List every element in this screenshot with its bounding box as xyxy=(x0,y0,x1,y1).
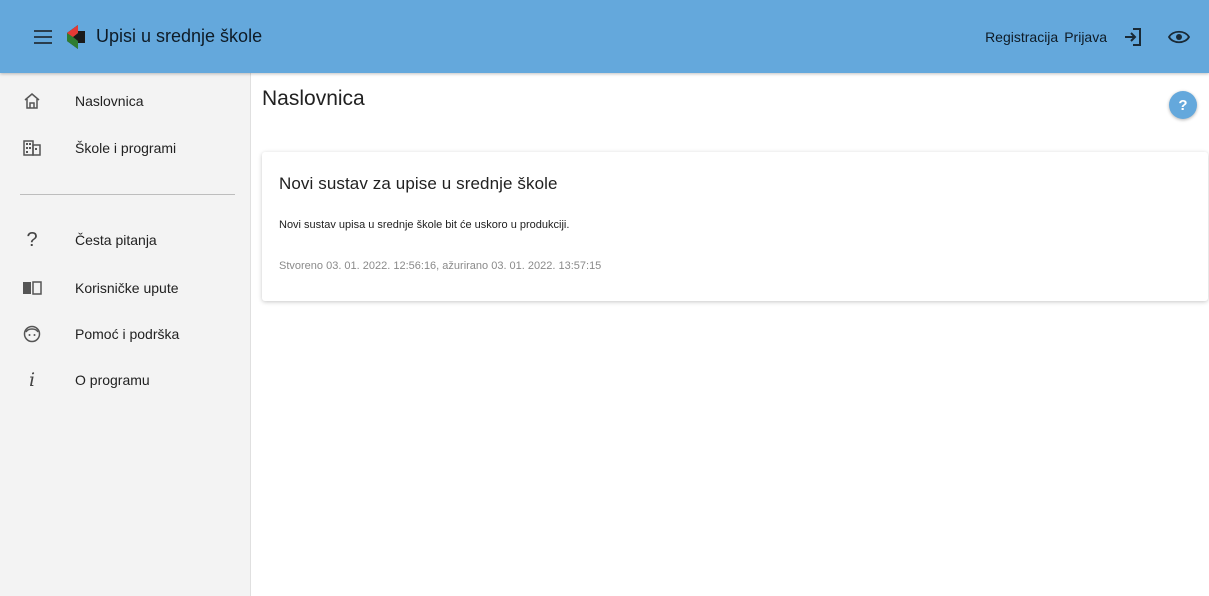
sidebar-item-naslovnica[interactable]: Naslovnica xyxy=(0,81,250,121)
app-header: Upisi u srednje škole Registracija Prija… xyxy=(0,0,1209,73)
building-icon xyxy=(20,136,44,160)
visibility-toggle-button[interactable] xyxy=(1163,21,1195,53)
sidebar-divider xyxy=(20,194,235,195)
eye-icon xyxy=(1168,30,1190,43)
sidebar: Naslovnica Škole i programi ? Česta pita… xyxy=(0,73,251,596)
sidebar-item-label: Korisničke upute xyxy=(75,280,179,296)
sidebar-item-label: Česta pitanja xyxy=(75,232,157,248)
support-icon xyxy=(20,322,44,346)
registration-link[interactable]: Registracija xyxy=(985,29,1058,45)
book-icon xyxy=(20,276,44,300)
home-icon xyxy=(20,89,44,113)
help-button[interactable]: ? xyxy=(1169,91,1197,119)
sidebar-item-label: Pomoć i podrška xyxy=(75,326,180,342)
header-actions: Registracija Prijava xyxy=(985,21,1209,53)
question-icon: ? xyxy=(26,228,38,251)
sidebar-item-o-programu[interactable]: i O programu xyxy=(0,360,250,400)
sidebar-item-cesta-pitanja[interactable]: ? Česta pitanja xyxy=(0,220,250,260)
app-title[interactable]: Upisi u srednje škole xyxy=(96,26,262,47)
card-timestamp: Stvoreno 03. 01. 2022. 12:56:16, ažurira… xyxy=(279,260,602,272)
login-link[interactable]: Prijava xyxy=(1064,29,1107,45)
sidebar-item-pomoc[interactable]: Pomoć i podrška xyxy=(0,314,250,354)
menu-icon xyxy=(34,29,52,44)
sidebar-item-label: Naslovnica xyxy=(75,93,144,109)
sidebar-item-skole[interactable]: Škole i programi xyxy=(0,128,250,168)
sidebar-item-label: O programu xyxy=(75,372,150,388)
sidebar-item-label: Škole i programi xyxy=(75,140,177,156)
login-button[interactable] xyxy=(1117,21,1149,53)
app-logo[interactable] xyxy=(64,24,86,50)
menu-button[interactable] xyxy=(26,20,60,54)
info-icon: i xyxy=(28,369,36,391)
sidebar-item-korisnicke-upute[interactable]: Korisničke upute xyxy=(0,268,250,308)
login-icon xyxy=(1125,27,1141,46)
card-title: Novi sustav za upise u srednje škole xyxy=(279,174,558,193)
card-text: Novi sustav upisa u srednje škole bit će… xyxy=(279,219,570,231)
page-title: Naslovnica xyxy=(262,87,365,110)
news-card: Novi sustav za upise u srednje škole Nov… xyxy=(262,152,1208,301)
